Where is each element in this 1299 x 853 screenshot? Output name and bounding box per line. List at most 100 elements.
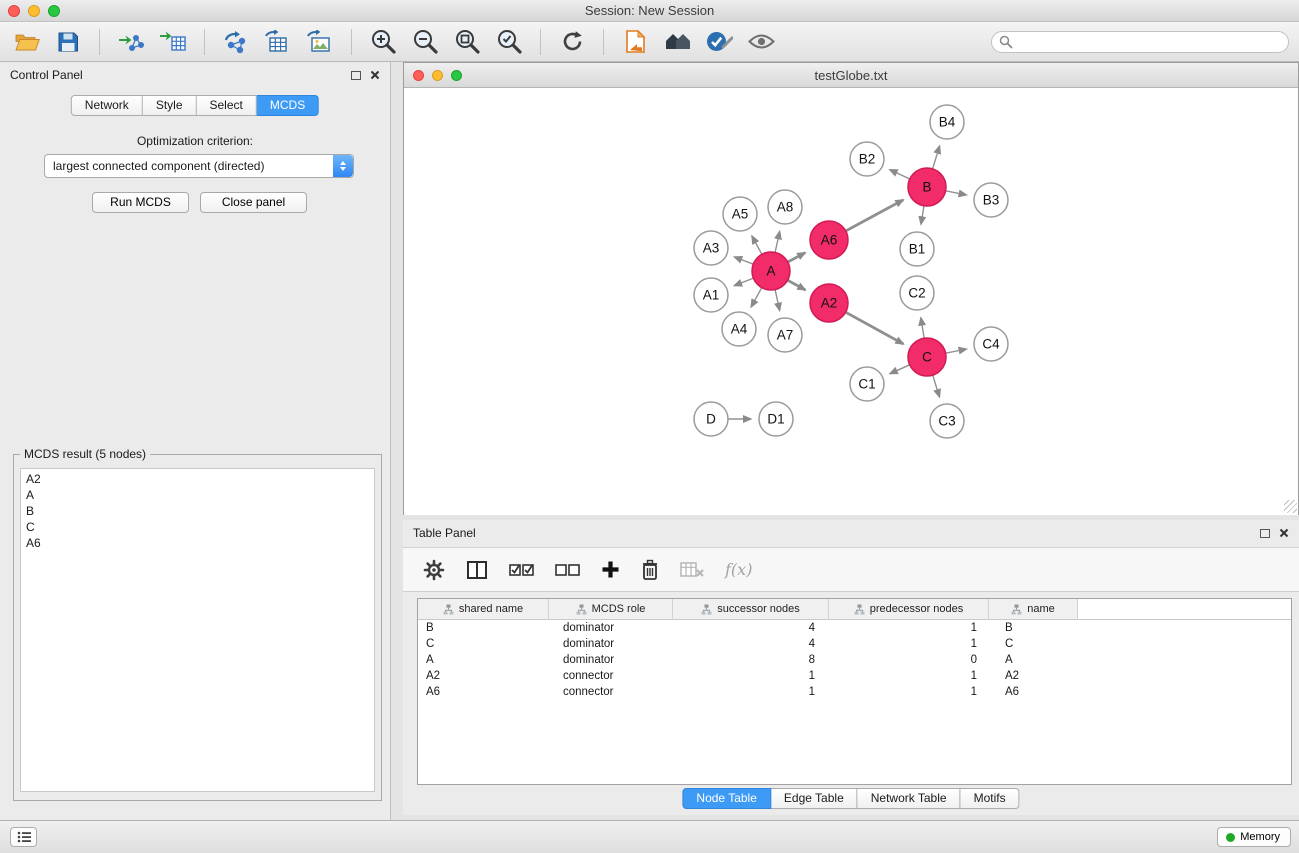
- graph-edge-A-A5[interactable]: [752, 236, 762, 254]
- unselect-all-columns-button[interactable]: [555, 562, 580, 578]
- tab-style[interactable]: Style: [143, 95, 197, 116]
- graph-edge-A-A2[interactable]: [788, 280, 806, 290]
- select-all-columns-button[interactable]: [509, 562, 534, 578]
- apply-layout-button[interactable]: [556, 26, 588, 58]
- tab-select[interactable]: Select: [197, 95, 257, 116]
- graph-edge-C-C3[interactable]: [933, 375, 940, 397]
- graph-edge-B-B1[interactable]: [921, 206, 924, 225]
- open-session-button[interactable]: [619, 26, 651, 58]
- float-table-panel-icon[interactable]: [1260, 529, 1270, 538]
- graph-edge-A-A3[interactable]: [734, 257, 753, 264]
- close-window-icon[interactable]: [8, 5, 20, 17]
- close-panel-icon[interactable]: [370, 70, 380, 80]
- table-settings-button[interactable]: [423, 559, 445, 581]
- graph-node-A5[interactable]: A5: [723, 197, 757, 231]
- graph-node-B1[interactable]: B1: [900, 232, 934, 266]
- search-input[interactable]: [991, 31, 1289, 53]
- graph-node-C[interactable]: C: [908, 338, 946, 376]
- tab-node-table[interactable]: Node Table: [682, 788, 771, 809]
- graph-node-A3[interactable]: A3: [694, 231, 728, 265]
- window-controls[interactable]: [8, 5, 60, 17]
- zoom-window-icon[interactable]: [48, 5, 60, 17]
- delete-column-button[interactable]: [641, 559, 659, 581]
- column-header-successor-nodes[interactable]: successor nodes: [673, 599, 829, 619]
- graph-node-C1[interactable]: C1: [850, 367, 884, 401]
- column-header-predecessor-nodes[interactable]: predecessor nodes: [829, 599, 989, 619]
- tab-network-table[interactable]: Network Table: [858, 788, 961, 809]
- graph-edge-A6-B[interactable]: [846, 200, 904, 231]
- graph-edge-A-A4[interactable]: [751, 288, 762, 308]
- network-window-titlebar[interactable]: testGlobe.txt: [404, 63, 1298, 88]
- column-header-MCDS-role[interactable]: MCDS role: [549, 599, 673, 619]
- create-column-button[interactable]: [601, 560, 620, 579]
- table-row[interactable]: A2connector11A2: [418, 668, 1291, 684]
- graph-node-B2[interactable]: B2: [850, 142, 884, 176]
- tab-edge-table[interactable]: Edge Table: [771, 788, 858, 809]
- save-session-button[interactable]: [52, 26, 84, 58]
- float-panel-icon[interactable]: [351, 71, 361, 80]
- close-network-window-icon[interactable]: [413, 70, 424, 81]
- graph-edge-B-B2[interactable]: [890, 170, 910, 179]
- mcds-result-list[interactable]: A2ABCA6: [20, 468, 375, 792]
- column-header-name[interactable]: name: [989, 599, 1078, 619]
- graph-edge-C-C1[interactable]: [890, 365, 910, 374]
- graph-node-A8[interactable]: A8: [768, 190, 802, 224]
- mcds-result-item[interactable]: A2: [21, 471, 374, 487]
- graph-edge-B-B3[interactable]: [946, 191, 967, 195]
- zoom-selected-button[interactable]: [493, 26, 525, 58]
- task-history-button[interactable]: [10, 827, 37, 847]
- graph-edge-A-A8[interactable]: [775, 231, 780, 252]
- delete-table-button[interactable]: [680, 561, 704, 579]
- close-table-panel-icon[interactable]: [1279, 528, 1289, 538]
- memory-button[interactable]: Memory: [1217, 827, 1291, 847]
- graph-edge-C-C2[interactable]: [921, 318, 924, 339]
- graph-node-B3[interactable]: B3: [974, 183, 1008, 217]
- import-table-button[interactable]: [157, 26, 189, 58]
- graph-node-B4[interactable]: B4: [930, 105, 964, 139]
- export-network-image-button[interactable]: [304, 26, 336, 58]
- graph-node-A7[interactable]: A7: [768, 318, 802, 352]
- network-window-controls[interactable]: [413, 70, 462, 81]
- graph-node-A6[interactable]: A6: [810, 221, 848, 259]
- graph-node-C2[interactable]: C2: [900, 276, 934, 310]
- function-builder-button[interactable]: f(x): [725, 560, 752, 579]
- graph-edge-A2-C[interactable]: [846, 312, 904, 344]
- zoom-in-button[interactable]: [367, 26, 399, 58]
- window-resize-handle[interactable]: [1284, 500, 1297, 513]
- network-canvas[interactable]: B4B2BB3A5A8A6B1A3AC2A1A2A4A7C4CC1C3DD1: [404, 89, 1298, 515]
- show-hide-details-button[interactable]: [745, 26, 777, 58]
- graph-node-D[interactable]: D: [694, 402, 728, 436]
- tab-network[interactable]: Network: [71, 95, 143, 116]
- table-row[interactable]: Bdominator41B: [418, 620, 1291, 636]
- tab-motifs[interactable]: Motifs: [961, 788, 1020, 809]
- graph-node-A4[interactable]: A4: [722, 312, 756, 346]
- mcds-result-item[interactable]: A6: [21, 535, 374, 551]
- show-all-networks-button[interactable]: [661, 26, 693, 58]
- run-mcds-button[interactable]: Run MCDS: [92, 192, 189, 213]
- minimize-window-icon[interactable]: [28, 5, 40, 17]
- show-columns-button[interactable]: [466, 560, 488, 580]
- minimize-network-window-icon[interactable]: [432, 70, 443, 81]
- zoom-network-window-icon[interactable]: [451, 70, 462, 81]
- import-network-button[interactable]: [115, 26, 147, 58]
- validate-network-button[interactable]: [703, 26, 735, 58]
- table-row[interactable]: Cdominator41C: [418, 636, 1291, 652]
- graph-node-A[interactable]: A: [752, 252, 790, 290]
- tab-mcds[interactable]: MCDS: [257, 95, 319, 116]
- table-row[interactable]: A6connector11A6: [418, 684, 1291, 700]
- open-file-button[interactable]: [10, 26, 42, 58]
- mcds-result-item[interactable]: A: [21, 487, 374, 503]
- graph-node-B[interactable]: B: [908, 168, 946, 206]
- export-network-table-button[interactable]: [262, 26, 294, 58]
- zoom-out-button[interactable]: [409, 26, 441, 58]
- new-network-button[interactable]: [220, 26, 252, 58]
- mcds-result-item[interactable]: B: [21, 503, 374, 519]
- graph-edge-B-B4[interactable]: [933, 146, 940, 169]
- close-panel-button[interactable]: Close panel: [200, 192, 307, 213]
- graph-edge-A-A6[interactable]: [788, 253, 805, 262]
- node-table[interactable]: shared nameMCDS rolesuccessor nodesprede…: [417, 598, 1292, 785]
- column-header-shared-name[interactable]: shared name: [418, 599, 549, 619]
- criterion-dropdown[interactable]: largest connected component (directed): [44, 154, 354, 178]
- graph-node-A1[interactable]: A1: [694, 278, 728, 312]
- graph-edge-A-A1[interactable]: [734, 278, 753, 286]
